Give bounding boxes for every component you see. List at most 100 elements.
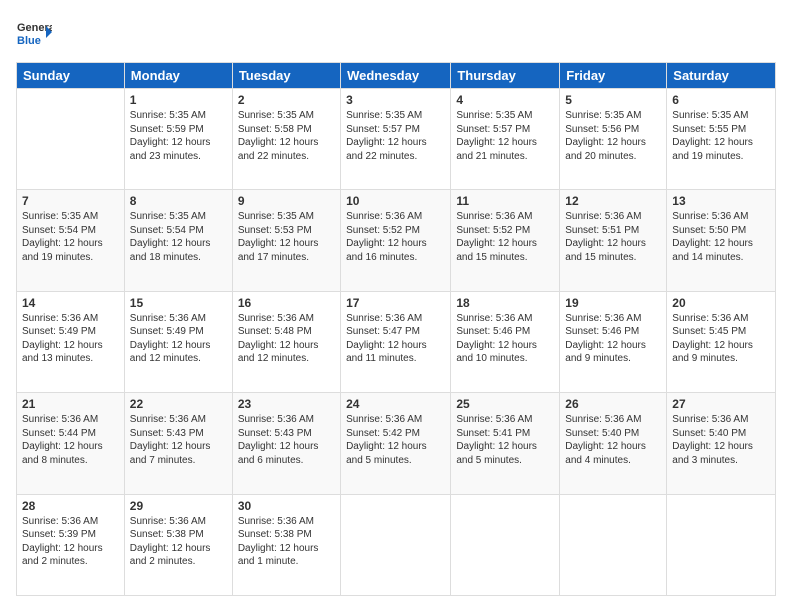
calendar-cell (560, 494, 667, 595)
col-header-monday: Monday (124, 63, 232, 89)
header: General Blue (16, 16, 776, 52)
calendar-cell (667, 494, 776, 595)
cell-content: Sunrise: 5:36 AM Sunset: 5:40 PM Dayligh… (672, 413, 770, 467)
calendar-cell: 25Sunrise: 5:36 AM Sunset: 5:41 PM Dayli… (451, 393, 560, 494)
page: General Blue SundayMondayTuesdayWednesda… (0, 0, 792, 612)
cell-content: Sunrise: 5:36 AM Sunset: 5:51 PM Dayligh… (565, 210, 661, 264)
day-number: 3 (346, 93, 445, 107)
day-number: 22 (130, 397, 227, 411)
day-number: 17 (346, 296, 445, 310)
cell-content: Sunrise: 5:35 AM Sunset: 5:54 PM Dayligh… (22, 210, 119, 264)
day-number: 15 (130, 296, 227, 310)
cell-content: Sunrise: 5:36 AM Sunset: 5:42 PM Dayligh… (346, 413, 445, 467)
day-number: 1 (130, 93, 227, 107)
col-header-thursday: Thursday (451, 63, 560, 89)
calendar-cell: 24 Sunrise: 5:36 AM Sunset: 5:42 PM Dayli… (341, 393, 451, 494)
calendar-cell: 27 Sunrise: 5:36 AM Sunset: 5:40 PM Dayli… (667, 393, 776, 494)
week-row-4: 28 Sunrise: 5:36 AM Sunset: 5:39 PM Dayli… (17, 494, 776, 595)
cell-content: Sunrise: 5:35 AM Sunset: 5:59 PM Dayligh… (130, 109, 227, 163)
day-number: 30 (238, 499, 335, 513)
calendar-cell: 19Sunrise: 5:36 AM Sunset: 5:46 PM Dayli… (560, 291, 667, 392)
cell-content: Sunrise: 5:36 AM Sunset: 5:50 PM Dayligh… (672, 210, 770, 264)
calendar-cell: 8Sunrise: 5:35 AM Sunset: 5:54 PM Daylig… (124, 190, 232, 291)
cell-content: Sunrise: 5:36 AM Sunset: 5:39 PM Dayligh… (22, 515, 119, 569)
calendar-cell: 6Sunrise: 5:35 AM Sunset: 5:55 PM Daylig… (667, 89, 776, 190)
cell-content: Sunrise: 5:36 AM Sunset: 5:47 PM Dayligh… (346, 312, 445, 366)
calendar-cell (17, 89, 125, 190)
cell-content: Sunrise: 5:36 AM Sunset: 5:40 PM Dayligh… (565, 413, 661, 467)
calendar-cell: 7 Sunrise: 5:35 AM Sunset: 5:54 PM Daylig… (17, 190, 125, 291)
day-number: 2 (238, 93, 335, 107)
cell-content: Sunrise: 5:36 AM Sunset: 5:48 PM Dayligh… (238, 312, 335, 366)
calendar-cell: 22 Sunrise: 5:36 AM Sunset: 5:43 PM Dayli… (124, 393, 232, 494)
day-number: 11 (456, 194, 554, 208)
cell-content: Sunrise: 5:36 AM Sunset: 5:44 PM Dayligh… (22, 413, 119, 467)
cell-content: Sunrise: 5:36 AM Sunset: 5:41 PM Dayligh… (456, 413, 554, 467)
calendar-cell: 11 Sunrise: 5:36 AM Sunset: 5:52 PM Dayli… (451, 190, 560, 291)
logo-svg: General Blue (16, 16, 52, 52)
day-number: 21 (22, 397, 119, 411)
calendar-cell (341, 494, 451, 595)
col-header-wednesday: Wednesday (341, 63, 451, 89)
day-number: 16 (238, 296, 335, 310)
day-number: 28 (22, 499, 119, 513)
cell-content: Sunrise: 5:36 AM Sunset: 5:43 PM Dayligh… (130, 413, 227, 467)
day-number: 26 (565, 397, 661, 411)
week-row-1: 7 Sunrise: 5:35 AM Sunset: 5:54 PM Daylig… (17, 190, 776, 291)
calendar-table: SundayMondayTuesdayWednesdayThursdayFrid… (16, 62, 776, 596)
day-number: 4 (456, 93, 554, 107)
day-number: 20 (672, 296, 770, 310)
day-number: 23 (238, 397, 335, 411)
calendar-cell: 2 Sunrise: 5:35 AM Sunset: 5:58 PM Daylig… (232, 89, 340, 190)
day-number: 13 (672, 194, 770, 208)
cell-content: Sunrise: 5:35 AM Sunset: 5:53 PM Dayligh… (238, 210, 335, 264)
calendar-cell: 5Sunrise: 5:35 AM Sunset: 5:56 PM Daylig… (560, 89, 667, 190)
svg-text:Blue: Blue (17, 35, 41, 47)
col-header-friday: Friday (560, 63, 667, 89)
calendar-cell: 12 Sunrise: 5:36 AM Sunset: 5:51 PM Dayli… (560, 190, 667, 291)
logo: General Blue (16, 16, 52, 52)
calendar-cell: 16 Sunrise: 5:36 AM Sunset: 5:48 PM Dayli… (232, 291, 340, 392)
calendar-cell: 23Sunrise: 5:36 AM Sunset: 5:43 PM Dayli… (232, 393, 340, 494)
cell-content: Sunrise: 5:36 AM Sunset: 5:38 PM Dayligh… (130, 515, 227, 569)
week-row-3: 21 Sunrise: 5:36 AM Sunset: 5:44 PM Dayli… (17, 393, 776, 494)
day-number: 10 (346, 194, 445, 208)
calendar-cell: 3 Sunrise: 5:35 AM Sunset: 5:57 PM Daylig… (341, 89, 451, 190)
calendar-cell: 10 Sunrise: 5:36 AM Sunset: 5:52 PM Dayli… (341, 190, 451, 291)
cell-content: Sunrise: 5:35 AM Sunset: 5:57 PM Dayligh… (346, 109, 445, 163)
day-number: 5 (565, 93, 661, 107)
week-row-0: 1 Sunrise: 5:35 AM Sunset: 5:59 PM Daylig… (17, 89, 776, 190)
cell-content: Sunrise: 5:36 AM Sunset: 5:46 PM Dayligh… (565, 312, 661, 366)
calendar-cell: 26 Sunrise: 5:36 AM Sunset: 5:40 PM Dayli… (560, 393, 667, 494)
calendar-cell: 17 Sunrise: 5:36 AM Sunset: 5:47 PM Dayli… (341, 291, 451, 392)
calendar-cell: 30 Sunrise: 5:36 AM Sunset: 5:38 PM Dayli… (232, 494, 340, 595)
day-number: 18 (456, 296, 554, 310)
cell-content: Sunrise: 5:36 AM Sunset: 5:52 PM Dayligh… (456, 210, 554, 264)
day-number: 6 (672, 93, 770, 107)
cell-content: Sunrise: 5:36 AM Sunset: 5:46 PM Dayligh… (456, 312, 554, 366)
day-number: 9 (238, 194, 335, 208)
day-number: 29 (130, 499, 227, 513)
cell-content: Sunrise: 5:36 AM Sunset: 5:38 PM Dayligh… (238, 515, 335, 569)
calendar-header-row: SundayMondayTuesdayWednesdayThursdayFrid… (17, 63, 776, 89)
col-header-tuesday: Tuesday (232, 63, 340, 89)
cell-content: Sunrise: 5:36 AM Sunset: 5:49 PM Dayligh… (22, 312, 119, 366)
calendar-cell: 20Sunrise: 5:36 AM Sunset: 5:45 PM Dayli… (667, 291, 776, 392)
cell-content: Sunrise: 5:36 AM Sunset: 5:49 PM Dayligh… (130, 312, 227, 366)
col-header-sunday: Sunday (17, 63, 125, 89)
day-number: 24 (346, 397, 445, 411)
col-header-saturday: Saturday (667, 63, 776, 89)
day-number: 27 (672, 397, 770, 411)
calendar-cell: 9 Sunrise: 5:35 AM Sunset: 5:53 PM Daylig… (232, 190, 340, 291)
cell-content: Sunrise: 5:35 AM Sunset: 5:58 PM Dayligh… (238, 109, 335, 163)
calendar-cell: 28 Sunrise: 5:36 AM Sunset: 5:39 PM Dayli… (17, 494, 125, 595)
day-number: 7 (22, 194, 119, 208)
day-number: 14 (22, 296, 119, 310)
calendar-cell (451, 494, 560, 595)
calendar-cell: 1 Sunrise: 5:35 AM Sunset: 5:59 PM Daylig… (124, 89, 232, 190)
day-number: 12 (565, 194, 661, 208)
calendar-cell: 18 Sunrise: 5:36 AM Sunset: 5:46 PM Dayli… (451, 291, 560, 392)
day-number: 8 (130, 194, 227, 208)
calendar-cell: 29 Sunrise: 5:36 AM Sunset: 5:38 PM Dayli… (124, 494, 232, 595)
cell-content: Sunrise: 5:36 AM Sunset: 5:52 PM Dayligh… (346, 210, 445, 264)
